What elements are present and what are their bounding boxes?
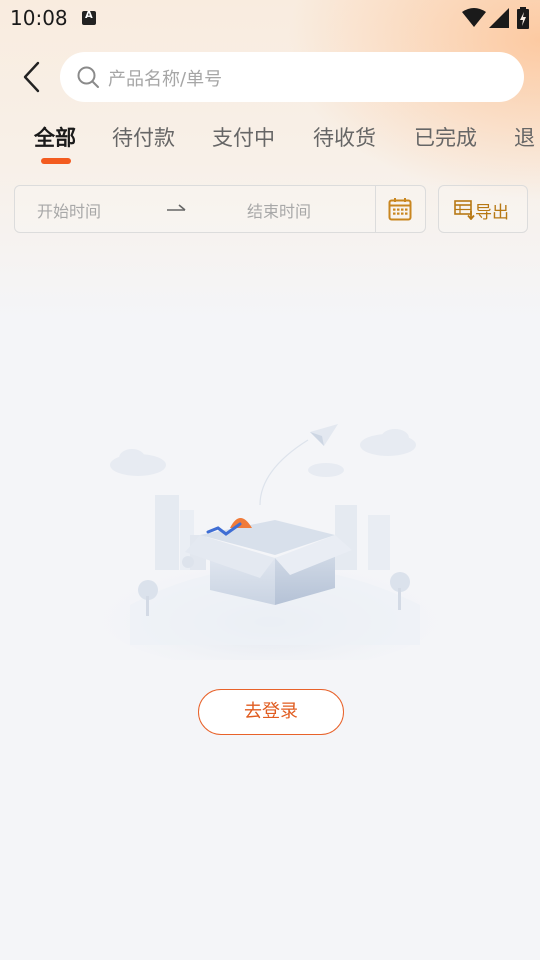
tab-paying[interactable]: 支付中 [212,122,275,152]
status-bar: 10:08 [0,0,540,36]
export-label: 导出 [475,203,509,223]
battery-charging-icon [517,7,529,29]
tab-pending-receipt[interactable]: 待收货 [313,122,376,152]
tab-all[interactable]: 全部 [34,122,76,152]
status-time: 10:08 [10,6,68,30]
back-button[interactable] [18,60,48,94]
notification-a-icon [82,10,96,25]
order-status-tabs: 全部 待付款 支付中 待收货 已完成 退 [0,118,540,168]
login-button[interactable]: 去登录 [198,689,344,735]
export-button[interactable]: 导出 [438,185,528,233]
empty-box-illustration [95,424,445,660]
export-table-icon [454,200,475,220]
active-tab-indicator [41,158,71,164]
calendar-icon [388,198,412,221]
wifi-icon [462,8,486,27]
search-input[interactable]: 产品名称/单号 [60,52,524,102]
tab-pending-payment[interactable]: 待付款 [112,122,175,152]
search-icon [77,66,99,88]
search-placeholder: 产品名称/单号 [108,69,223,90]
calendar-button[interactable] [376,186,426,232]
range-arrow-icon [167,204,186,211]
date-range-filter: 开始时间 结束时间 [14,185,426,233]
tab-completed[interactable]: 已完成 [414,122,477,152]
end-date-field[interactable]: 结束时间 [247,198,311,222]
start-date-field[interactable]: 开始时间 [37,198,101,222]
tab-refund[interactable]: 退 [514,122,535,152]
signal-icon [489,8,509,28]
